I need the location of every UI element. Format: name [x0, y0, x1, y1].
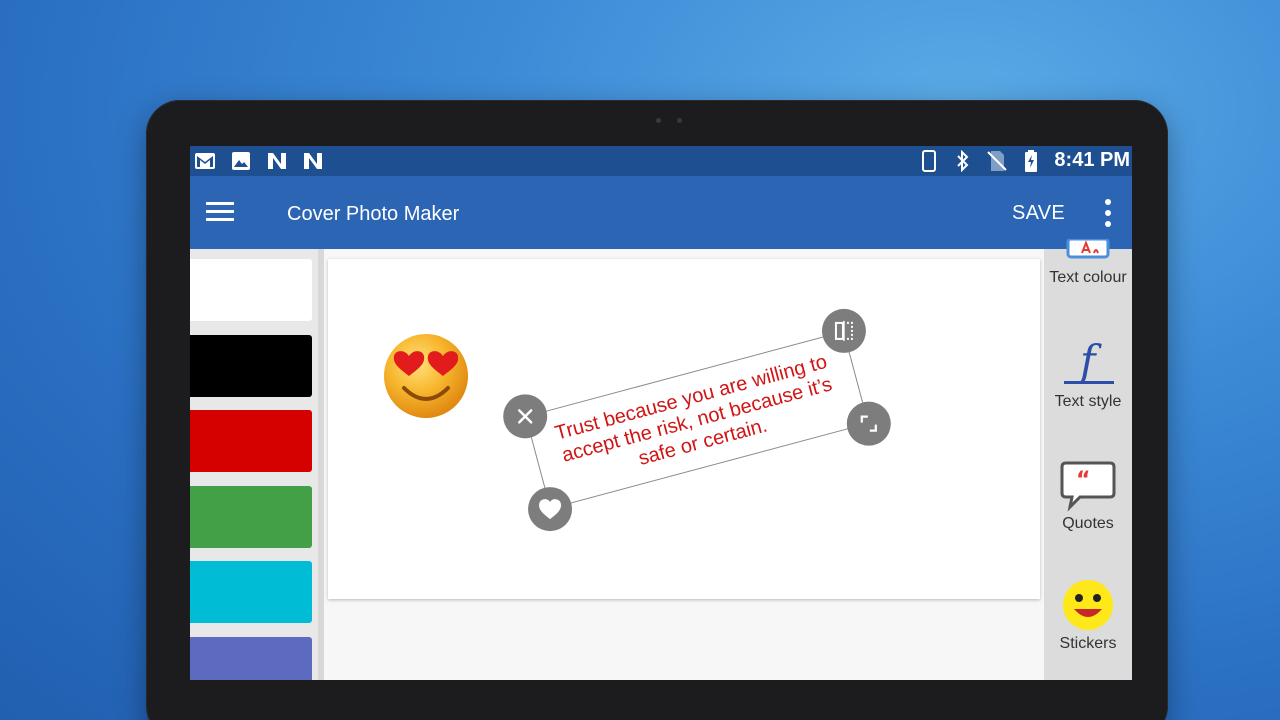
color-swatch-white[interactable] [190, 259, 312, 321]
app-title: Cover Photo Maker [287, 203, 460, 225]
front-camera [656, 118, 661, 123]
phone-icon [918, 149, 940, 172]
save-button[interactable]: SAVE [1012, 202, 1065, 225]
tool-stickers[interactable]: Stickers [1044, 579, 1132, 653]
bluetooth-icon [952, 149, 974, 172]
gallery-icon [230, 150, 252, 172]
tool-text-style[interactable]: f Text style [1044, 336, 1132, 411]
color-palette [190, 249, 324, 680]
tool-label: Text style [1054, 393, 1122, 410]
tool-quotes[interactable]: “ Quotes [1044, 459, 1132, 533]
hamburger-menu-icon[interactable] [204, 198, 236, 226]
close-icon[interactable] [503, 394, 548, 439]
tool-text-colour[interactable]: Text colour [1044, 237, 1132, 287]
tool-label: Text colour [1049, 269, 1127, 286]
color-swatch-indigo[interactable] [190, 637, 312, 680]
tool-label: Stickers [1059, 635, 1117, 652]
clock: 8:41 PM [1054, 149, 1130, 171]
color-swatch-black[interactable] [190, 335, 312, 397]
color-swatch-cyan[interactable] [190, 561, 312, 623]
stickers-icon [1044, 579, 1132, 635]
more-options-icon[interactable] [1100, 196, 1116, 230]
svg-text:“: “ [1076, 468, 1090, 493]
front-sensor [677, 118, 682, 123]
resize-icon[interactable] [846, 401, 891, 446]
text-colour-icon [1044, 237, 1132, 269]
text-style-icon: f [1044, 336, 1132, 393]
no-sim-icon [986, 150, 1008, 172]
gmail-icon [194, 150, 216, 172]
color-swatch-green[interactable] [190, 486, 312, 548]
heart-icon[interactable] [528, 487, 573, 532]
quotes-icon: “ [1044, 459, 1132, 515]
tool-label: Quotes [1062, 515, 1114, 532]
svg-text:f: f [1077, 337, 1102, 385]
battery-charging-icon [1020, 149, 1042, 172]
n-notification-icon [266, 150, 288, 172]
color-swatch-red[interactable] [190, 410, 312, 472]
n-notification-icon [302, 150, 324, 172]
heart-eyes-emoji-sticker[interactable] [382, 332, 470, 420]
status-bar: 8:41 PM [190, 146, 1132, 176]
device-screen: 8:41 PM Cover Photo Maker SAVE Trust bec… [190, 146, 1132, 680]
flip-icon[interactable] [821, 308, 866, 353]
app-bar: Cover Photo Maker SAVE [190, 176, 1132, 249]
tools-panel: Text colour f Text style “ Quotes Sticke… [1044, 237, 1132, 680]
